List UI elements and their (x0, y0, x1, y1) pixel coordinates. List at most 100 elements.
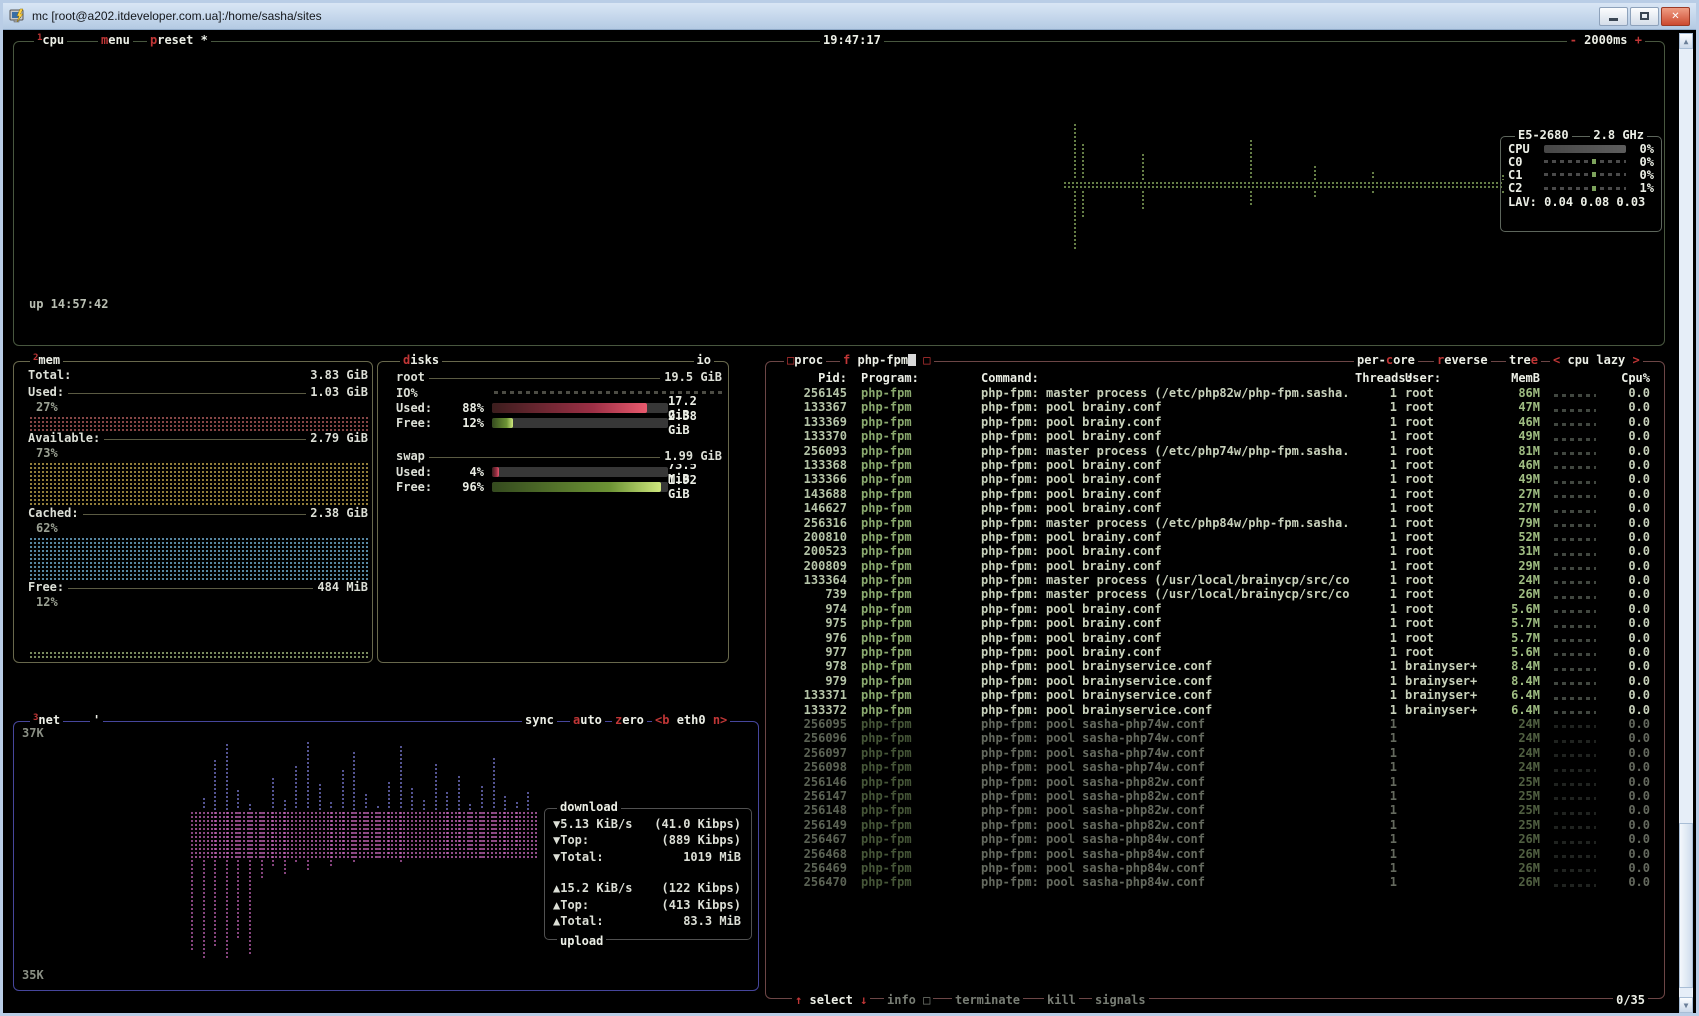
process-row[interactable]: 133364 php-fpm php-fpm: master process (… (766, 573, 1664, 587)
process-row[interactable]: 200809 php-fpm php-fpm: pool brainy.conf… (766, 559, 1664, 573)
maximize-button[interactable] (1630, 7, 1659, 26)
process-row[interactable]: 256316 php-fpm php-fpm: master process (… (766, 516, 1664, 530)
sort-prev-button[interactable]: < (1553, 353, 1560, 367)
disk-usage-value: 2.38 GiB (668, 409, 722, 437)
prev-interface-button[interactable]: <b (655, 713, 669, 727)
process-row[interactable]: 256096 php-fpm php-fpm: pool sasha-php74… (766, 731, 1664, 745)
process-row[interactable]: 256149 php-fpm php-fpm: pool sasha-php82… (766, 818, 1664, 832)
process-row[interactable]: 200810 php-fpm php-fpm: pool brainy.conf… (766, 530, 1664, 544)
process-cpu-graph (1550, 487, 1602, 501)
net-sync-button[interactable]: sync (522, 713, 557, 727)
process-row[interactable]: 979 php-fpm php-fpm: pool brainyservice.… (766, 674, 1664, 688)
download-title: download (557, 800, 621, 814)
process-cpu-graph (1550, 501, 1602, 515)
title-bar[interactable]: mc [root@a202.itdeveloper.com.ua]:/home/… (3, 3, 1696, 30)
process-command: php-fpm: pool sasha-php82w.conf (981, 775, 1355, 789)
mem-entry-row: Available:2.79 GiB (28, 431, 368, 446)
process-row[interactable]: 133371 php-fpm php-fpm: pool brainyservi… (766, 688, 1664, 702)
download-arrow-icon: ▼ (553, 850, 560, 866)
info-button[interactable]: info □ (884, 993, 933, 1007)
process-command: php-fpm: master process (/etc/php84w/php… (981, 516, 1355, 530)
process-user: root (1397, 472, 1492, 486)
process-row[interactable]: 256147 php-fpm php-fpm: pool sasha-php82… (766, 789, 1664, 803)
process-row[interactable]: 739 php-fpm php-fpm: master process (/us… (766, 587, 1664, 601)
process-row[interactable]: 143688 php-fpm php-fpm: pool brainy.conf… (766, 487, 1664, 501)
cpu-box-title[interactable]: 1cpu (34, 33, 67, 47)
mem-box-title[interactable]: 2mem (30, 353, 63, 367)
process-row[interactable]: 146627 php-fpm php-fpm: pool brainy.conf… (766, 501, 1664, 515)
disks-box-title[interactable]: disks (400, 353, 442, 367)
sort-selector[interactable]: < cpu lazy > (1550, 353, 1643, 367)
scrollbar-thumb[interactable] (1679, 823, 1693, 988)
process-row[interactable]: 974 php-fpm php-fpm: pool brainy.conf 1 … (766, 602, 1664, 616)
process-row[interactable]: 256145 php-fpm php-fpm: master process (… (766, 386, 1664, 400)
process-row[interactable]: 133368 php-fpm php-fpm: pool brainy.conf… (766, 458, 1664, 472)
net-zero-button[interactable]: zero (612, 713, 647, 727)
text-cursor (908, 354, 916, 366)
process-row[interactable]: 133370 php-fpm php-fpm: pool brainy.conf… (766, 429, 1664, 443)
search-input[interactable]: php-fpm (857, 353, 908, 367)
process-row[interactable]: 977 php-fpm php-fpm: pool brainy.conf 1 … (766, 645, 1664, 659)
process-row[interactable]: 256146 php-fpm php-fpm: pool sasha-php82… (766, 775, 1664, 789)
process-user: root (1397, 645, 1492, 659)
per-core-toggle[interactable]: per-core (1354, 353, 1418, 367)
cpu-model: E5-2680 (1515, 128, 1572, 142)
process-row[interactable]: 256098 php-fpm php-fpm: pool sasha-php74… (766, 760, 1664, 774)
select-down-icon[interactable]: ↓ (860, 993, 867, 1007)
process-row[interactable]: 133372 php-fpm php-fpm: pool brainyservi… (766, 703, 1664, 717)
process-row[interactable]: 256469 php-fpm php-fpm: pool sasha-php84… (766, 861, 1664, 875)
process-program: php-fpm (847, 516, 981, 530)
interval-decrease-button[interactable]: - (1570, 33, 1577, 47)
process-row[interactable]: 256093 php-fpm php-fpm: master process (… (766, 444, 1664, 458)
close-button[interactable]: ✕ (1661, 7, 1690, 26)
scrollbar[interactable]: ▲ ▼ (1679, 33, 1693, 1013)
process-row[interactable]: 256470 php-fpm php-fpm: pool sasha-php84… (766, 875, 1664, 889)
select-control[interactable]: ↑ select ↓ (792, 993, 870, 1007)
net-auto-button[interactable]: auto (570, 713, 605, 727)
sort-next-button[interactable]: > (1633, 353, 1640, 367)
proc-search[interactable]: f php-fpm □ (840, 353, 934, 367)
core-label: CPU (1508, 142, 1544, 156)
process-row[interactable]: 256467 php-fpm php-fpm: pool sasha-php84… (766, 832, 1664, 846)
next-interface-button[interactable]: n> (713, 713, 727, 727)
process-row[interactable]: 133367 php-fpm php-fpm: pool brainy.conf… (766, 400, 1664, 414)
process-row[interactable]: 256148 php-fpm php-fpm: pool sasha-php82… (766, 803, 1664, 817)
mem-entry-value: 484 MiB (313, 580, 368, 595)
kill-button[interactable]: kill (1044, 993, 1079, 1007)
reverse-toggle[interactable]: reverse (1434, 353, 1491, 367)
select-up-icon[interactable]: ↑ (795, 993, 802, 1007)
preset-button[interactable]: preset * (147, 33, 211, 47)
scroll-up-button[interactable]: ▲ (1679, 33, 1693, 49)
process-row[interactable]: 256097 php-fpm php-fpm: pool sasha-php74… (766, 746, 1664, 760)
process-row[interactable]: 200523 php-fpm php-fpm: pool brainy.conf… (766, 544, 1664, 558)
process-row[interactable]: 256468 php-fpm php-fpm: pool sasha-php84… (766, 847, 1664, 861)
process-row[interactable]: 976 php-fpm php-fpm: pool brainy.conf 1 … (766, 631, 1664, 645)
process-cpu: 0.0 (1602, 386, 1650, 400)
process-pid: 146627 (786, 501, 847, 515)
process-pid: 256149 (786, 818, 847, 832)
process-row[interactable]: 975 php-fpm php-fpm: pool brainy.conf 1 … (766, 616, 1664, 630)
mem-entry-label: Cached: (28, 506, 83, 521)
process-program: php-fpm (847, 400, 981, 414)
process-cpu: 0.0 (1602, 645, 1650, 659)
scroll-down-button[interactable]: ▼ (1679, 997, 1693, 1013)
download-total-row: ▼ Total:1019 MiB (553, 850, 741, 866)
process-row[interactable]: 256095 php-fpm php-fpm: pool sasha-php74… (766, 717, 1664, 731)
proc-box-title[interactable]: □proc (784, 353, 826, 367)
process-row[interactable]: 978 php-fpm php-fpm: pool brainyservice.… (766, 659, 1664, 673)
minimize-button[interactable] (1599, 7, 1628, 26)
net-interface-switch[interactable]: <b eth0 n> (652, 713, 730, 727)
io-mode-button[interactable]: io (694, 353, 714, 367)
interval-increase-button[interactable]: + (1635, 33, 1642, 47)
signals-button[interactable]: signals (1092, 993, 1149, 1007)
process-row[interactable]: 133369 php-fpm php-fpm: pool brainy.conf… (766, 415, 1664, 429)
net-box-title[interactable]: 3net (30, 713, 63, 727)
process-row[interactable]: 133366 php-fpm php-fpm: pool brainy.conf… (766, 472, 1664, 486)
menu-button[interactable]: menu (98, 33, 133, 47)
disk-section: root19.5 GiBIO%Used:88%17.2 GiBFree:12%2… (396, 370, 722, 430)
disk-usage-row: Free:96%1.92 GiB (396, 479, 722, 494)
process-mem: 49M (1492, 472, 1540, 486)
terminate-button[interactable]: terminate (952, 993, 1023, 1007)
net-scale-bottom: 35K (22, 968, 44, 982)
tree-toggle[interactable]: tree (1506, 353, 1541, 367)
